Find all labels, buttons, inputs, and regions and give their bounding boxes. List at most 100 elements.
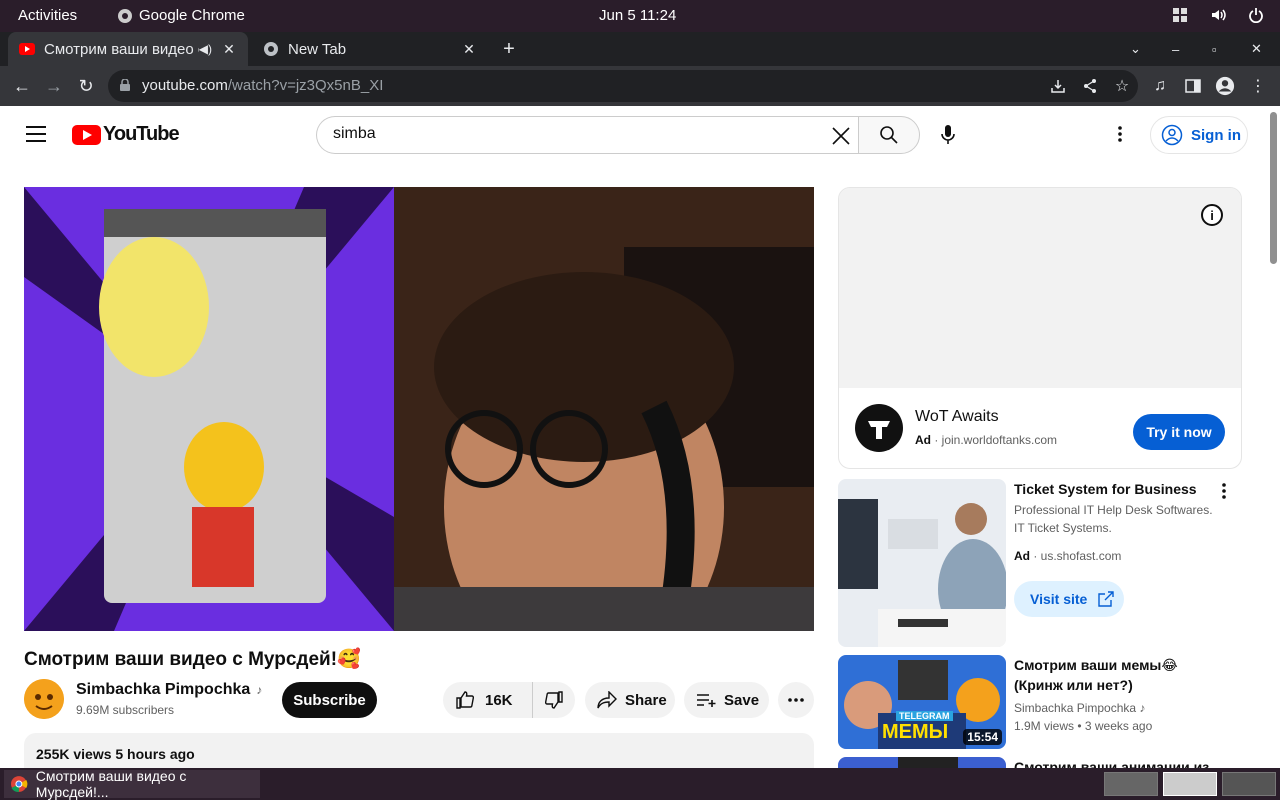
account-icon	[1161, 124, 1183, 146]
external-link-icon	[1098, 591, 1115, 607]
visit-site-button[interactable]: Visit site	[1014, 581, 1124, 617]
subscriber-count: 9.69M subscribers	[76, 703, 175, 717]
dislike-button[interactable]	[533, 690, 575, 710]
channel-avatar[interactable]	[24, 679, 64, 719]
recommended-video[interactable]: Смотрим ваши анимации из	[838, 757, 1258, 768]
recommended-video[interactable]: TELEGRAM МЕМЫ 15:54 Смотрим ваши мемы😂 (…	[838, 655, 1258, 749]
description-box[interactable]: 255K views 5 hours ago	[24, 733, 814, 768]
microphone-icon	[941, 125, 955, 144]
share-button[interactable]: Share	[585, 682, 675, 718]
forward-button[interactable]: →	[44, 76, 64, 96]
ad-info-icon[interactable]: i	[1201, 204, 1223, 226]
sign-in-button[interactable]: Sign in	[1150, 116, 1248, 154]
minimize-button[interactable]: ‒	[1172, 32, 1179, 66]
install-icon[interactable]	[1048, 76, 1068, 96]
side-panel-icon[interactable]	[1183, 76, 1203, 96]
apps-grid-icon[interactable]	[1172, 7, 1188, 23]
ad-domain: join.worldoftanks.com	[941, 433, 1058, 447]
ad-meta: Ad · join.worldoftanks.com	[915, 433, 1058, 447]
recommended-title: Смотрим ваши мемы😂 (Кринж или нет?)	[1014, 657, 1178, 693]
workspace-3[interactable]	[1222, 772, 1276, 796]
maximize-button[interactable]: ▫	[1212, 32, 1217, 66]
taskbar-window-item[interactable]: Смотрим ваши видео с Мурсдей!...	[4, 768, 260, 800]
media-control-icon[interactable]: ♫	[1150, 76, 1170, 96]
channel-name-label: Simbachka Pimpochka	[76, 681, 251, 698]
guide-menu-icon[interactable]	[26, 126, 46, 142]
video-thumbnail[interactable]: TELEGRAM МЕМЫ 15:54	[838, 655, 1006, 749]
search-button[interactable]	[858, 116, 920, 154]
app-menu[interactable]: Google Chrome	[117, 7, 245, 24]
save-button[interactable]: Save	[684, 682, 769, 718]
workspace-1[interactable]	[1104, 772, 1158, 796]
voice-search-button[interactable]	[928, 116, 968, 154]
views-and-date: 255K views 5 hours ago	[36, 746, 195, 762]
clear-search-icon[interactable]	[830, 125, 852, 147]
sponsored-recommendation[interactable]: Ticket System for Business Professional …	[838, 479, 1258, 647]
profile-icon[interactable]	[1215, 76, 1235, 96]
taskbar: Смотрим ваши видео с Мурсдей!...	[0, 768, 1280, 800]
volume-icon[interactable]	[1210, 7, 1226, 23]
visit-site-label: Visit site	[1030, 591, 1088, 607]
sponsored-domain: us.shofast.com	[1040, 549, 1122, 563]
subscribe-button[interactable]: Subscribe	[282, 682, 377, 718]
more-actions-button[interactable]	[778, 682, 814, 718]
more-horizontal-icon	[788, 698, 804, 702]
address-bar[interactable]: youtube.com/watch?v=jz3Qx5nB_XI	[108, 70, 1138, 102]
recommended-title: Смотрим ваши анимации из	[1014, 759, 1210, 768]
ad-label: Ad	[915, 433, 931, 447]
power-icon[interactable]	[1248, 7, 1264, 24]
tab-close-icon[interactable]: ✕	[218, 38, 240, 60]
try-it-now-button[interactable]: Try it now	[1133, 414, 1225, 450]
tab-new-tab[interactable]: New Tab ✕	[252, 32, 488, 66]
chrome-app-icon	[118, 8, 132, 23]
youtube-play-icon	[72, 124, 101, 145]
save-label: Save	[724, 691, 760, 709]
settings-menu-icon[interactable]	[1110, 124, 1130, 144]
sponsored-line-2: IT Ticket Systems.	[1014, 521, 1112, 535]
new-tab-button[interactable]: +	[498, 38, 520, 60]
page-scrollbar[interactable]	[1268, 106, 1280, 768]
sponsored-thumbnail[interactable]	[838, 479, 1006, 647]
app-name: Google Chrome	[139, 7, 245, 24]
tab-youtube-video[interactable]: Смотрим ваши видео с Мурсдей! ◀) ✕	[8, 32, 248, 66]
recommended-meta: 1.9M views • 3 weeks ago	[1014, 719, 1153, 733]
tab-audio-icon[interactable]: ◀)	[199, 42, 212, 56]
recommended-channel-name: Simbachka Pimpochka	[1014, 701, 1137, 715]
workspace-2[interactable]	[1163, 772, 1217, 796]
tab-search-icon[interactable]: ⌄	[1130, 32, 1141, 66]
tab-strip: Смотрим ваши видео с Мурсдей! ◀) ✕ New T…	[0, 32, 1280, 66]
reload-button[interactable]: ↻	[76, 76, 96, 96]
ad-title[interactable]: WoT Awaits	[915, 408, 999, 426]
browser-toolbar: ← → ↻ youtube.com/watch?v=jz3Qx5nB_XI ☆ …	[0, 66, 1280, 106]
share-icon[interactable]	[1080, 76, 1100, 96]
search-input[interactable]	[333, 125, 813, 143]
thumbnail-tag: TELEGRAM	[896, 711, 953, 721]
like-button[interactable]: 16K	[443, 682, 533, 718]
scrollbar-thumb[interactable]	[1270, 112, 1277, 264]
video-player[interactable]	[24, 187, 814, 631]
like-dislike-group: 16K	[443, 682, 575, 718]
youtube-logo[interactable]: YouTube	[72, 123, 180, 146]
close-window-button[interactable]: ✕	[1251, 32, 1262, 66]
channel-name[interactable]: Simbachka Pimpochka ♪	[76, 681, 262, 699]
sidebar-ad[interactable]: i WoT Awaits Ad · join.worldoftanks.com …	[838, 187, 1242, 469]
video-thumbnail[interactable]	[838, 757, 1006, 768]
sign-in-label: Sign in	[1191, 126, 1241, 144]
back-button[interactable]: ←	[12, 76, 32, 96]
bookmark-star-icon[interactable]: ☆	[1112, 76, 1132, 96]
clock[interactable]: Jun 5 11:24	[599, 7, 676, 24]
chrome-app-icon	[10, 776, 28, 792]
url-text: youtube.com/watch?v=jz3Qx5nB_XI	[142, 77, 383, 94]
share-label: Share	[625, 691, 667, 709]
chrome-menu-icon[interactable]: ⋮	[1248, 76, 1268, 96]
url-host: youtube.com	[142, 77, 228, 94]
youtube-page: YouTube Sign in	[0, 106, 1268, 768]
activities-button[interactable]: Activities	[18, 7, 77, 24]
sponsored-meta: Ad · us.shofast.com	[1014, 549, 1122, 563]
ad-banner[interactable]: i	[839, 188, 1241, 388]
sponsored-menu-icon[interactable]	[1222, 483, 1226, 504]
tab-close-icon[interactable]: ✕	[458, 38, 480, 60]
system-tray[interactable]	[1172, 7, 1264, 24]
like-count: 16K	[485, 691, 513, 709]
sponsored-ad-label: Ad	[1014, 549, 1030, 563]
